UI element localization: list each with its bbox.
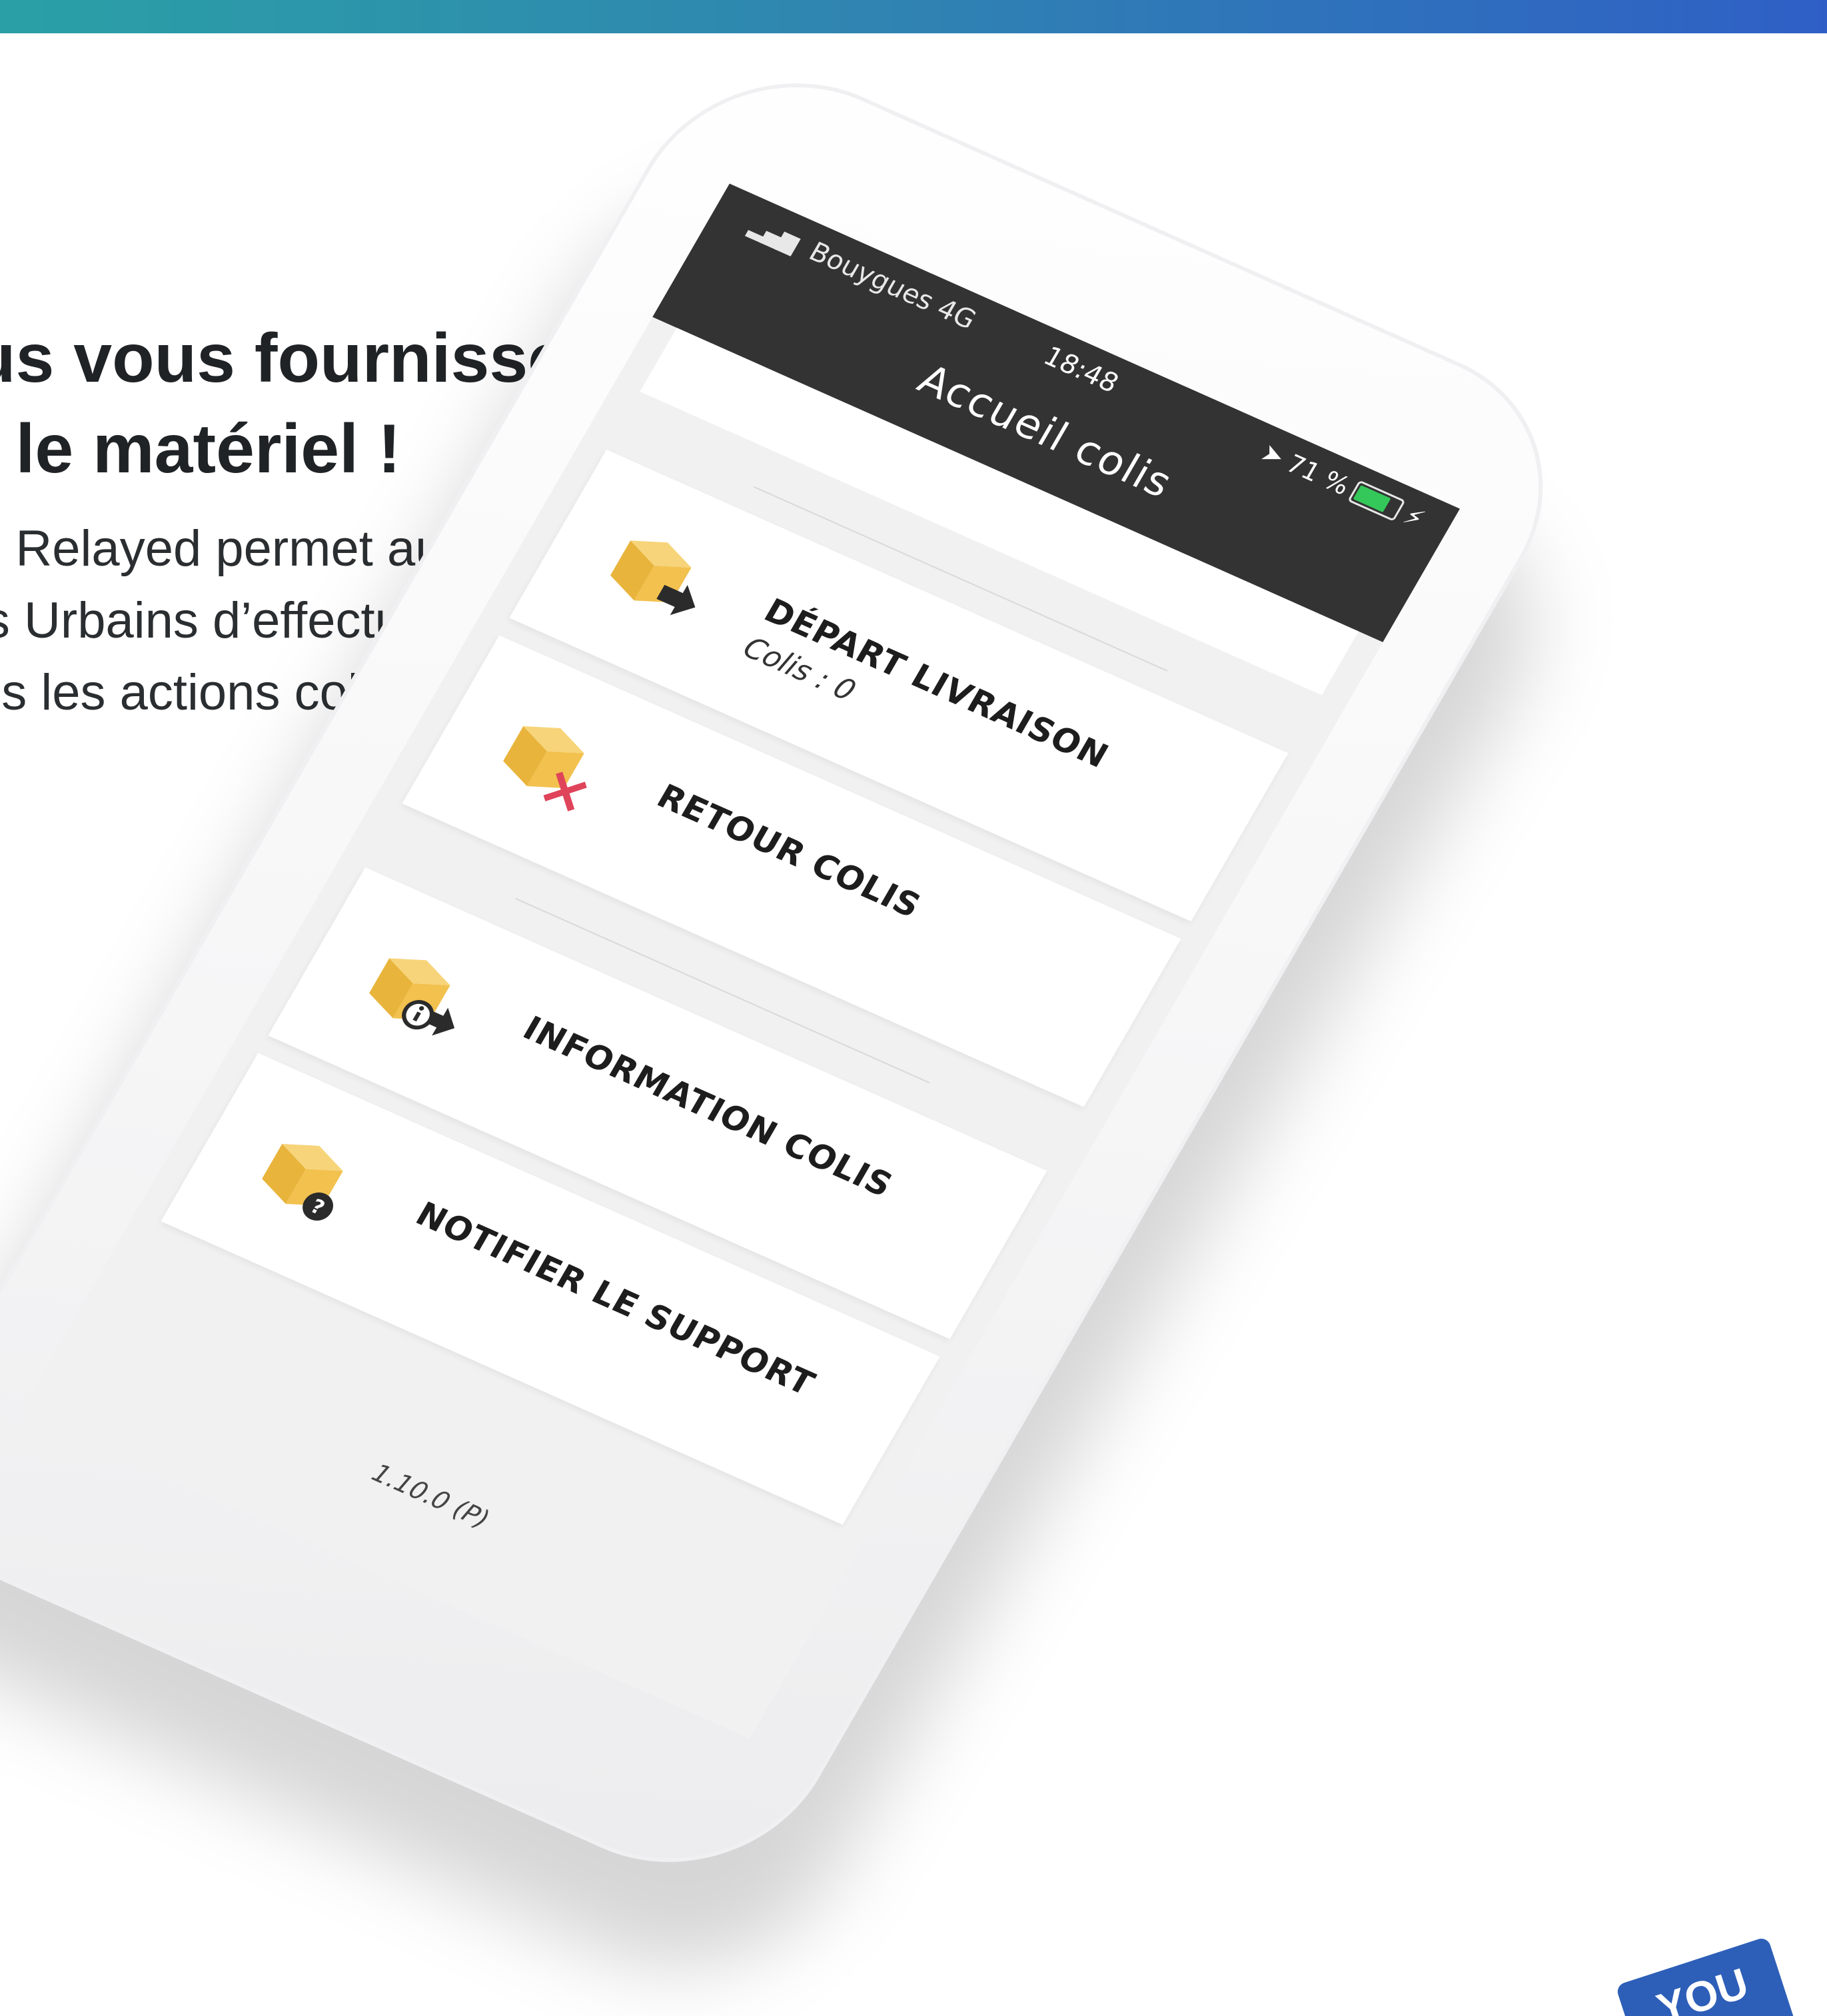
package-arrow-icon xyxy=(610,540,696,616)
battery-percent: 71 % xyxy=(1281,448,1355,501)
menu-item-label: RETOUR COLIS xyxy=(650,777,928,925)
package-help-icon: ? xyxy=(262,1144,343,1221)
phone-screen: ▂▄▆ Bouygues 4G 18:48 ➤ 71 % ⚡ Accueil c… xyxy=(19,183,1461,1739)
battery-icon xyxy=(1347,480,1406,522)
menu-item-label: INFORMATION COLIS xyxy=(516,1009,900,1205)
page: us vous fournissons t le matériel ! p Re… xyxy=(0,0,1827,2016)
phone-mockup: ▂▄▆ Bouygues 4G 18:48 ➤ 71 % ⚡ Accueil c… xyxy=(0,0,1827,2016)
package-info-icon xyxy=(369,958,455,1036)
phone-body: ▂▄▆ Bouygues 4G 18:48 ➤ 71 % ⚡ Accueil c… xyxy=(0,35,1600,1911)
package-cross-icon xyxy=(503,726,587,811)
